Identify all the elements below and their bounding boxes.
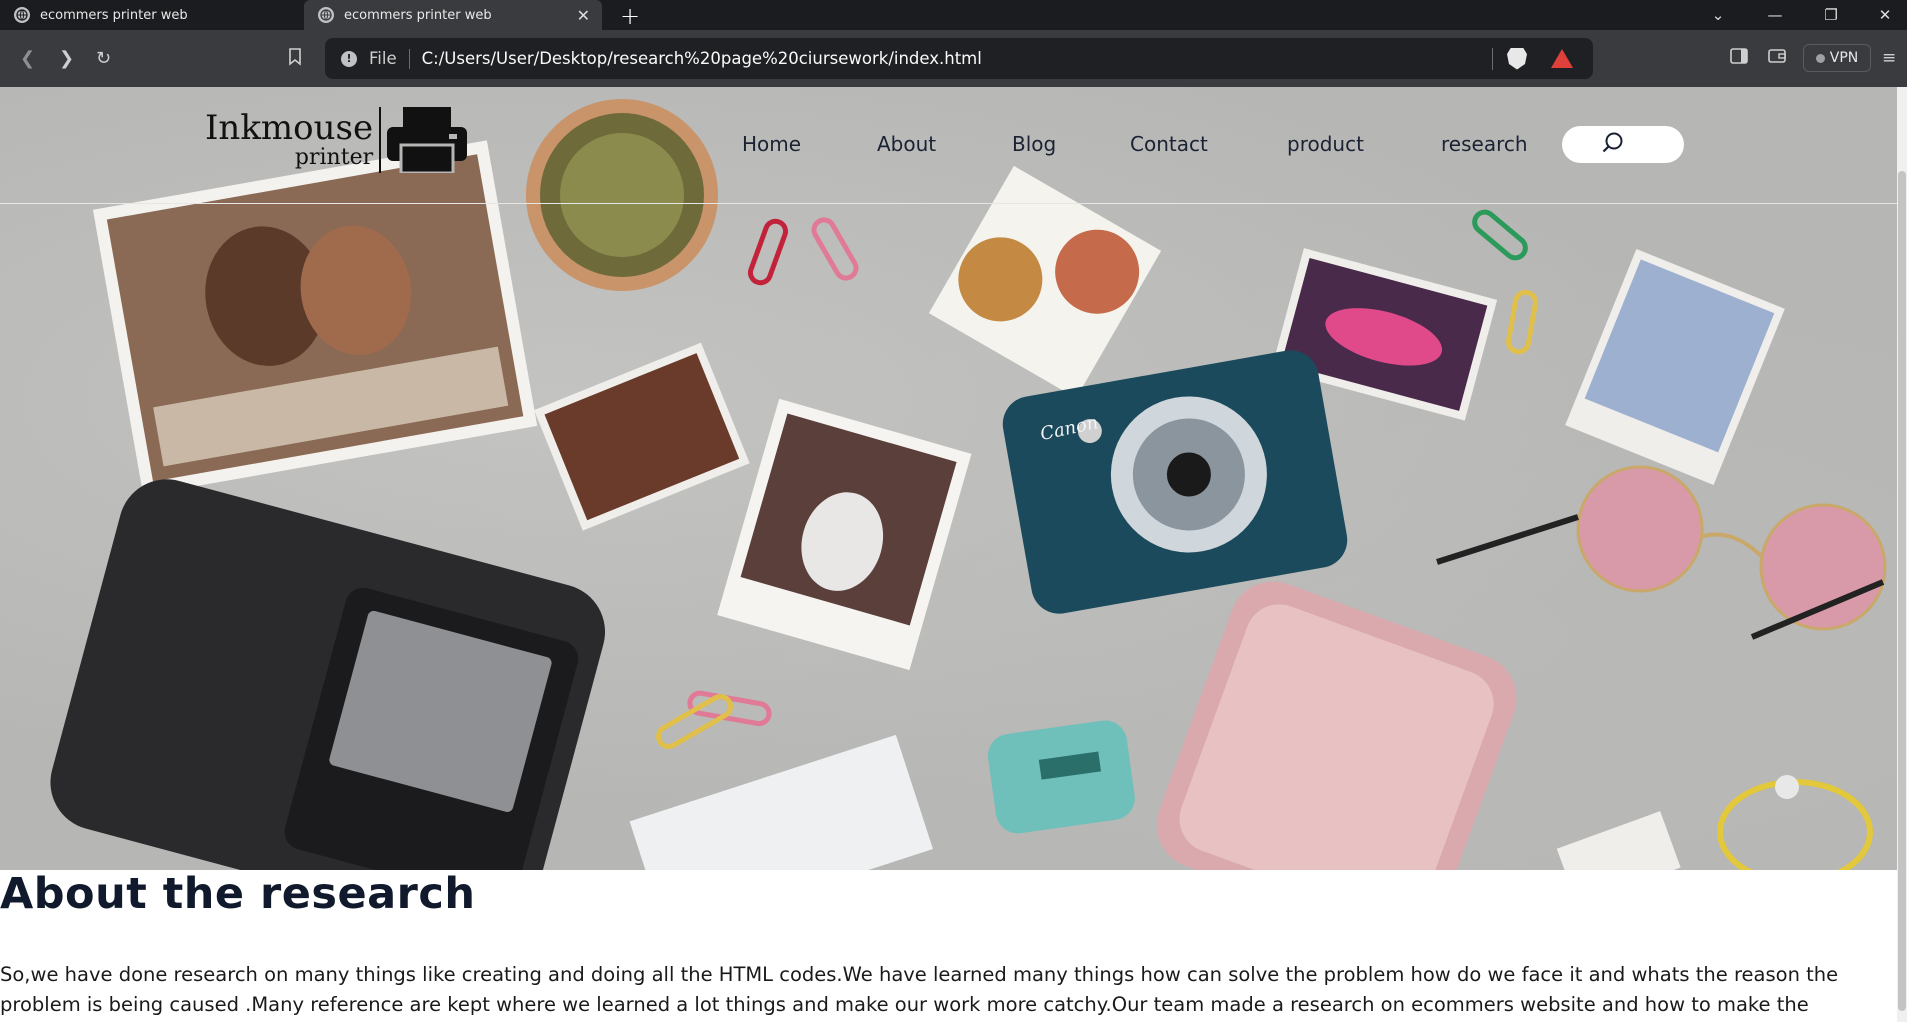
browser-toolbar: ❮ ❯ ↻ ! File C:/Users/User/Desktop/resea… xyxy=(0,30,1907,87)
tab-search-chevron-icon[interactable]: ⌄ xyxy=(1695,0,1741,30)
hero-image: Canon Inkmouse printer Home About Blog C… xyxy=(0,87,1897,870)
url-text[interactable]: C:/Users/User/Desktop/research%20page%20… xyxy=(422,49,982,68)
divider xyxy=(408,48,410,69)
section-body-text: So,we have done research on many things … xyxy=(0,963,1839,1016)
logo-divider xyxy=(379,107,382,173)
scheme-label: File xyxy=(369,49,397,68)
sidebar-toggle-icon[interactable] xyxy=(1730,48,1748,69)
brave-shields-icon[interactable] xyxy=(1507,47,1527,70)
header-divider xyxy=(0,203,1897,204)
scrollbar[interactable] xyxy=(1897,87,1907,1022)
vpn-button[interactable]: VPN xyxy=(1803,44,1871,72)
bookmark-icon[interactable] xyxy=(288,48,302,71)
forward-arrow-icon[interactable]: ❯ xyxy=(59,48,74,69)
search-button[interactable] xyxy=(1562,126,1684,163)
new-tab-button[interactable]: + xyxy=(620,2,640,30)
scrollbar-thumb[interactable] xyxy=(1898,171,1906,1011)
vpn-status-icon xyxy=(1815,53,1825,63)
tab-strip: ecommers printer web ecommers printer we… xyxy=(0,0,1907,30)
back-arrow-icon[interactable]: ❮ xyxy=(20,48,35,69)
close-window-button[interactable]: ✕ xyxy=(1862,0,1907,30)
nav-research[interactable]: research xyxy=(1441,132,1528,156)
nav-contact[interactable]: Contact xyxy=(1130,132,1208,156)
logo-text: Inkmouse printer xyxy=(205,111,373,169)
search-icon xyxy=(1602,132,1624,154)
tab-1[interactable]: ecommers printer web xyxy=(0,0,302,30)
close-tab-icon[interactable]: ✕ xyxy=(577,6,590,25)
address-bar[interactable]: ! File C:/Users/User/Desktop/research%20… xyxy=(325,38,1593,79)
info-icon[interactable]: ! xyxy=(341,50,357,67)
restore-button[interactable]: ❐ xyxy=(1808,0,1854,30)
vpn-label: VPN xyxy=(1829,50,1859,66)
hero-illustration: Canon xyxy=(50,99,1887,870)
wallet-icon[interactable] xyxy=(1768,48,1786,69)
nav-about[interactable]: About xyxy=(877,132,936,156)
tab-2-active[interactable]: ecommers printer web ✕ xyxy=(304,0,602,30)
menu-icon[interactable]: ≡ xyxy=(1882,48,1896,68)
section-heading: About the research xyxy=(0,869,476,919)
nav-home[interactable]: Home xyxy=(742,132,801,156)
tab-title: ecommers printer web xyxy=(344,7,492,23)
minimize-button[interactable]: — xyxy=(1752,0,1798,30)
reload-icon[interactable]: ↻ xyxy=(96,48,111,69)
divider xyxy=(1492,47,1493,70)
nav-blog[interactable]: Blog xyxy=(1012,132,1056,156)
site-logo[interactable]: Inkmouse printer xyxy=(205,107,468,175)
address-bar-actions xyxy=(1492,38,1593,79)
brave-rewards-icon[interactable] xyxy=(1551,49,1573,68)
nav-product[interactable]: product xyxy=(1287,132,1364,156)
globe-icon xyxy=(318,7,334,23)
printer-icon xyxy=(387,107,468,175)
logo-line-1: Inkmouse xyxy=(205,108,374,148)
logo-line-2: printer xyxy=(294,145,374,170)
page-viewport: Canon Inkmouse printer Home About Blog C… xyxy=(0,87,1897,1022)
tab-title: ecommers printer web xyxy=(40,7,188,23)
globe-icon xyxy=(14,7,30,23)
